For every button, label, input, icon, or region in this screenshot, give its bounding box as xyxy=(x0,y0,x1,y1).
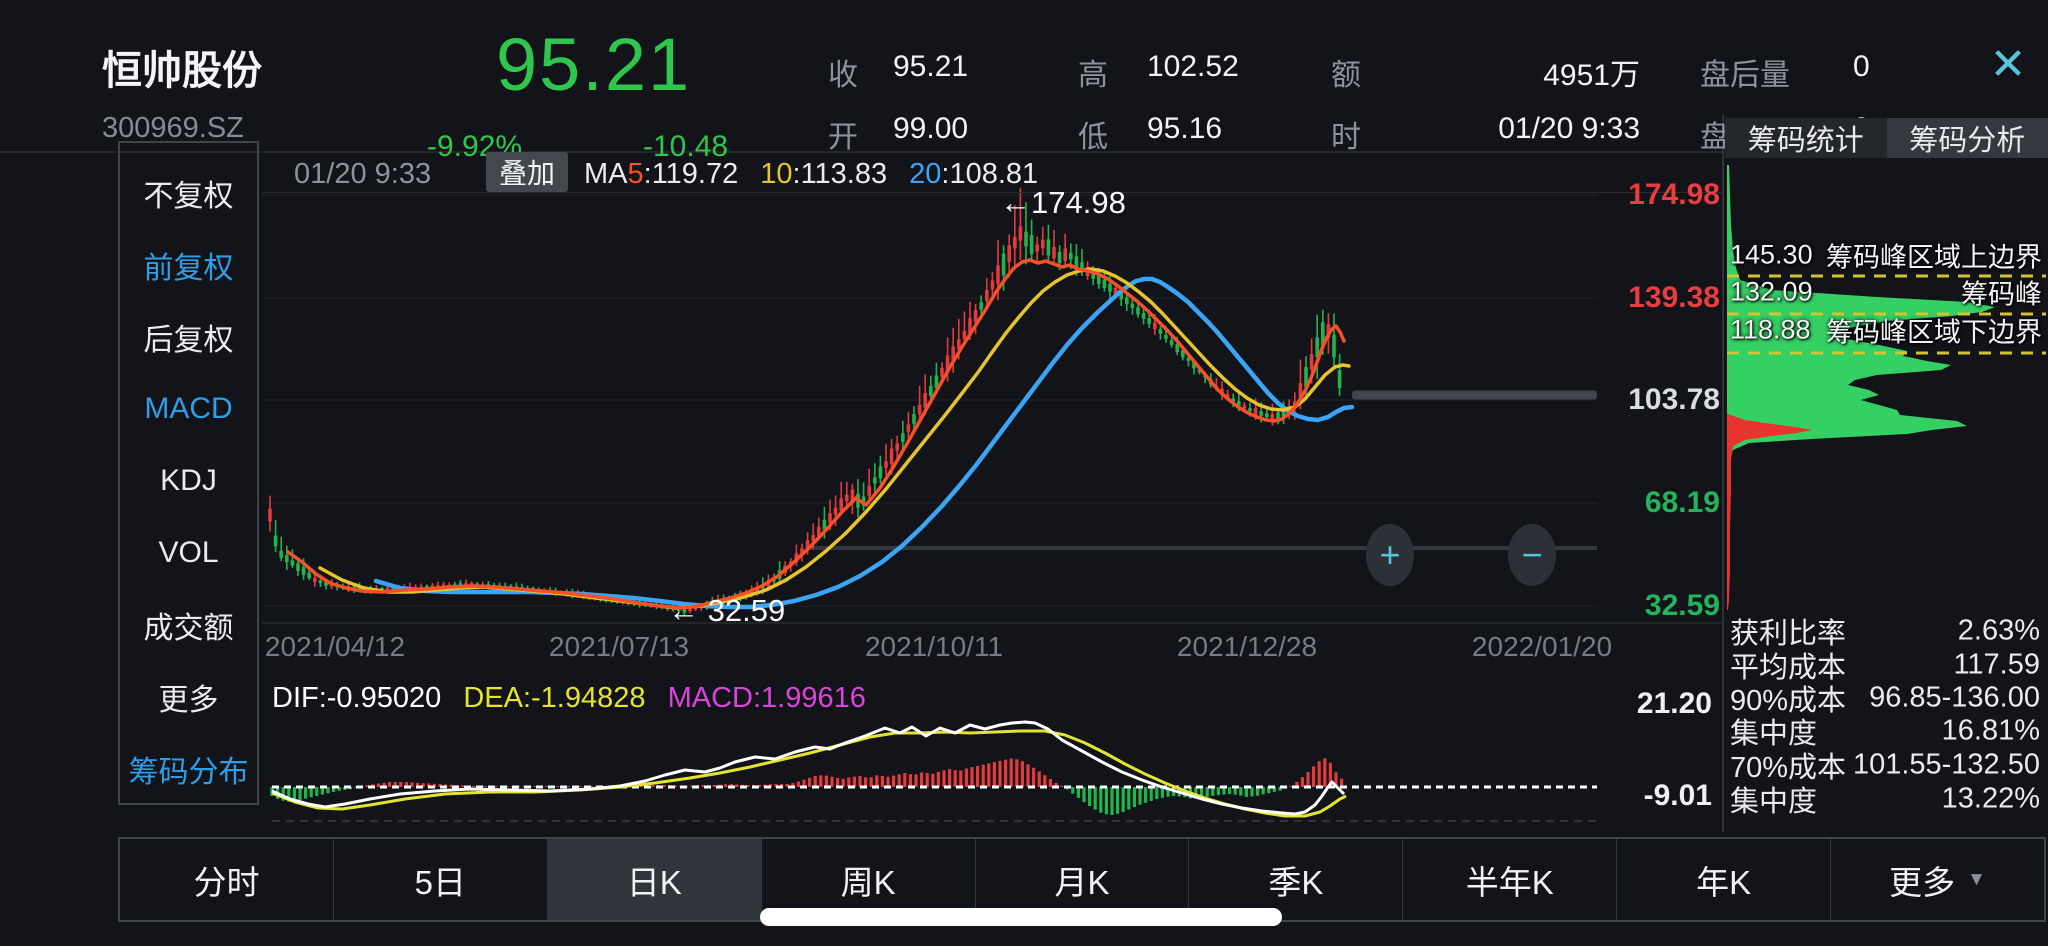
stat-value: 01/20 9:33 xyxy=(1360,112,1640,146)
chip-stat-value: 16.81% xyxy=(1942,715,2040,748)
price-axis-label: 68.19 xyxy=(1602,486,1720,520)
chip-stat-value: 2.63% xyxy=(1958,615,2040,648)
tab-日K[interactable]: 日K xyxy=(548,839,762,920)
plus-icon: + xyxy=(1379,534,1400,576)
toolbar-divider xyxy=(262,192,1722,193)
home-indicator[interactable] xyxy=(760,908,1282,926)
zoom-in-button[interactable]: + xyxy=(1366,524,1414,586)
tab-更多[interactable]: 更多▼ xyxy=(1831,839,2044,920)
sidebar-item-前复权[interactable]: 前复权 xyxy=(120,243,257,287)
chip-peak-value: 118.88 xyxy=(1730,315,1811,346)
tab-年K[interactable]: 年K xyxy=(1617,839,1831,920)
sidebar-item-KDJ[interactable]: KDJ xyxy=(120,464,257,498)
stat-label: 收 xyxy=(828,50,858,94)
stat-label: 盘后量 xyxy=(1700,50,1790,94)
stat-label: 额 xyxy=(1331,50,1361,94)
ma-legend-item: 10:113.83 xyxy=(760,158,887,190)
stat-value: 0 xyxy=(1853,50,1870,84)
tab-筹码统计[interactable]: 筹码统计 xyxy=(1725,118,1887,158)
chip-stat-value: 117.59 xyxy=(1953,649,2040,682)
date-label: 2021/10/11 xyxy=(865,631,1003,663)
low-annotation: ← 32.59 xyxy=(668,593,785,629)
stat-value: 4951万 xyxy=(1360,50,1640,94)
date-label: 2022/01/20 xyxy=(1472,631,1612,663)
chip-stat-label: 集中度 xyxy=(1730,778,1817,820)
stat-value: 102.52 xyxy=(1147,50,1239,84)
macd-info: DIF:-0.95020 DEA:-1.94828 MACD:1.99616 xyxy=(272,682,866,715)
sidebar-item-后复权[interactable]: 后复权 xyxy=(120,315,257,359)
date-label: 2021/07/13 xyxy=(549,631,689,663)
chip-stat-value: 13.22% xyxy=(1942,783,2040,816)
stock-name: 恒帅股份 xyxy=(102,38,262,96)
stat-label: 高 xyxy=(1078,50,1108,94)
chip-panel-tabs: 筹码统计筹码分析 xyxy=(1725,118,2048,158)
tab-分时[interactable]: 分时 xyxy=(120,839,334,920)
indicator-sidebar: 不复权前复权后复权 MACD KDJ VOL 成交额更多筹码分布 xyxy=(118,141,259,805)
dif-value: DIF:-0.95020 xyxy=(272,682,441,714)
zoom-out-button[interactable]: − xyxy=(1508,524,1556,586)
tab-半年K[interactable]: 半年K xyxy=(1403,839,1617,920)
ma-legend: MA5:119.7210:113.8320:108.81 xyxy=(584,158,1060,191)
chip-peak-label: 筹码峰 xyxy=(1961,273,2042,312)
price-axis-label: 32.59 xyxy=(1602,589,1720,623)
date-label: 2021/04/12 xyxy=(265,631,405,663)
stat-label: 开 xyxy=(828,112,858,156)
macd-value: MACD:1.99616 xyxy=(668,682,866,714)
stat-value: 95.21 xyxy=(893,50,968,84)
last-price: 95.21 xyxy=(496,22,691,107)
tab-5日[interactable]: 5日 xyxy=(334,839,548,920)
close-button[interactable]: ✕ xyxy=(1978,34,2038,94)
price-axis-label: 139.38 xyxy=(1602,281,1720,315)
chevron-down-icon: ▼ xyxy=(1967,869,1986,891)
stat-value: 95.16 xyxy=(1147,112,1222,146)
chip-stat-value: 101.55-132.50 xyxy=(1853,749,2040,782)
date-label: 2021/12/28 xyxy=(1177,631,1317,663)
macd-axis-min: -9.01 xyxy=(1602,779,1712,813)
sidebar-item-筹码分布[interactable]: 筹码分布 xyxy=(120,747,257,791)
chip-stat-value: 96.85-136.00 xyxy=(1869,682,2040,715)
price-axis-label: 103.78 xyxy=(1602,383,1720,417)
macd-axis-max: 21.20 xyxy=(1602,687,1712,721)
ma-legend-item: MA5:119.72 xyxy=(584,158,738,190)
chart-datetime: 01/20 9:33 xyxy=(294,158,431,191)
close-icon: ✕ xyxy=(1990,39,2027,90)
stat-label: 时 xyxy=(1331,112,1361,156)
minus-icon: − xyxy=(1521,534,1542,576)
sidebar-item-更多[interactable]: 更多 xyxy=(120,675,257,719)
sidebar-item-不复权[interactable]: 不复权 xyxy=(120,171,257,215)
right-panel-divider xyxy=(1722,115,1724,832)
chip-peak-value: 145.30 xyxy=(1730,240,1813,271)
chip-peak-label: 筹码峰区域下边界 xyxy=(1826,311,2042,350)
chip-peak-label: 筹码峰区域上边界 xyxy=(1826,236,2042,275)
price-axis-label: 174.98 xyxy=(1602,178,1720,212)
dea-value: DEA:-1.94828 xyxy=(463,682,645,714)
stat-label: 低 xyxy=(1078,112,1108,156)
tab-筹码分析[interactable]: 筹码分析 xyxy=(1887,118,2048,158)
stat-value: 99.00 xyxy=(893,112,968,146)
overlay-button[interactable]: 叠加 xyxy=(486,152,568,192)
high-annotation: ←174.98 xyxy=(1000,185,1126,221)
sidebar-item-VOL[interactable]: VOL xyxy=(120,536,257,570)
sidebar-item-成交额[interactable]: 成交额 xyxy=(120,603,257,647)
chip-peak-value: 132.09 xyxy=(1730,277,1813,308)
sidebar-item-MACD[interactable]: MACD xyxy=(120,392,257,426)
